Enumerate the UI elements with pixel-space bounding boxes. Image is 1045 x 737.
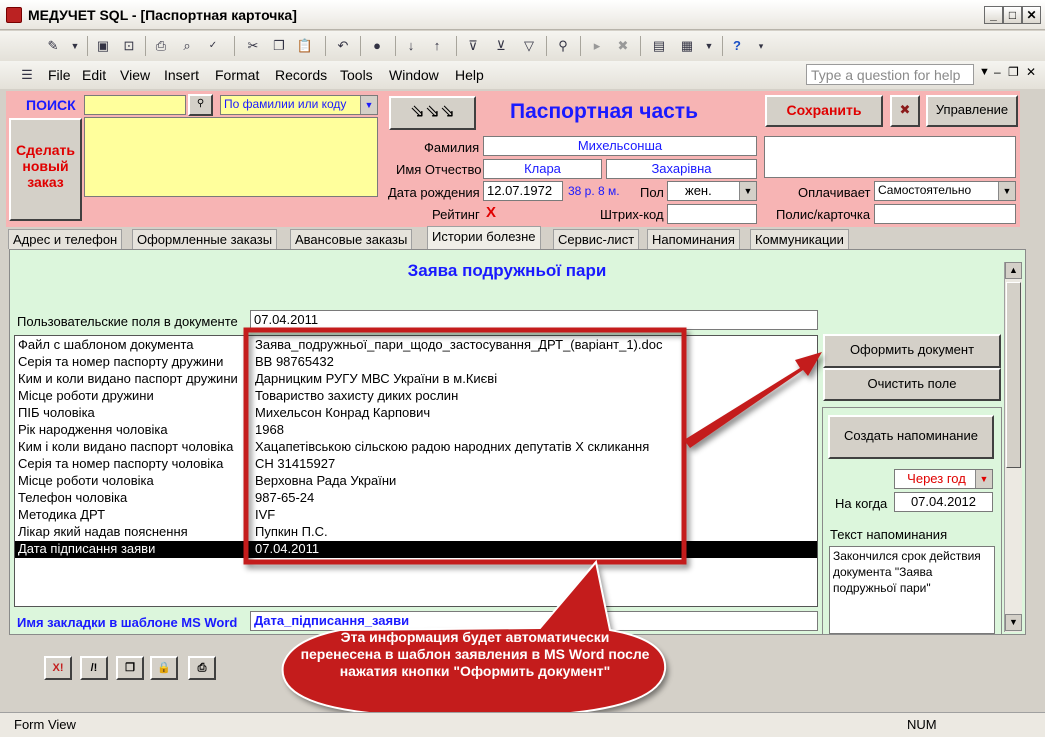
- copy-record-button[interactable]: ❐: [116, 656, 144, 680]
- edit-mode-button[interactable]: /!: [80, 656, 108, 680]
- annotation-overlay: [243, 327, 822, 718]
- status-view: Form View: [14, 717, 76, 732]
- status-num: NUM: [907, 717, 937, 732]
- lock-button[interactable]: 🔒: [150, 656, 178, 680]
- arrow-to-button: [684, 352, 822, 448]
- lock-icon: 🔒: [157, 662, 171, 674]
- print-icon: ⎙: [197, 662, 207, 674]
- copy-icon: ❐: [125, 662, 135, 674]
- callout-text: Эта информация будет автоматически перен…: [300, 629, 650, 679]
- clear-all-button[interactable]: X!: [44, 656, 72, 680]
- highlight-frame: [243, 327, 687, 565]
- print-button[interactable]: ⎙: [188, 656, 216, 680]
- status-bar: Form View NUM: [0, 712, 1045, 737]
